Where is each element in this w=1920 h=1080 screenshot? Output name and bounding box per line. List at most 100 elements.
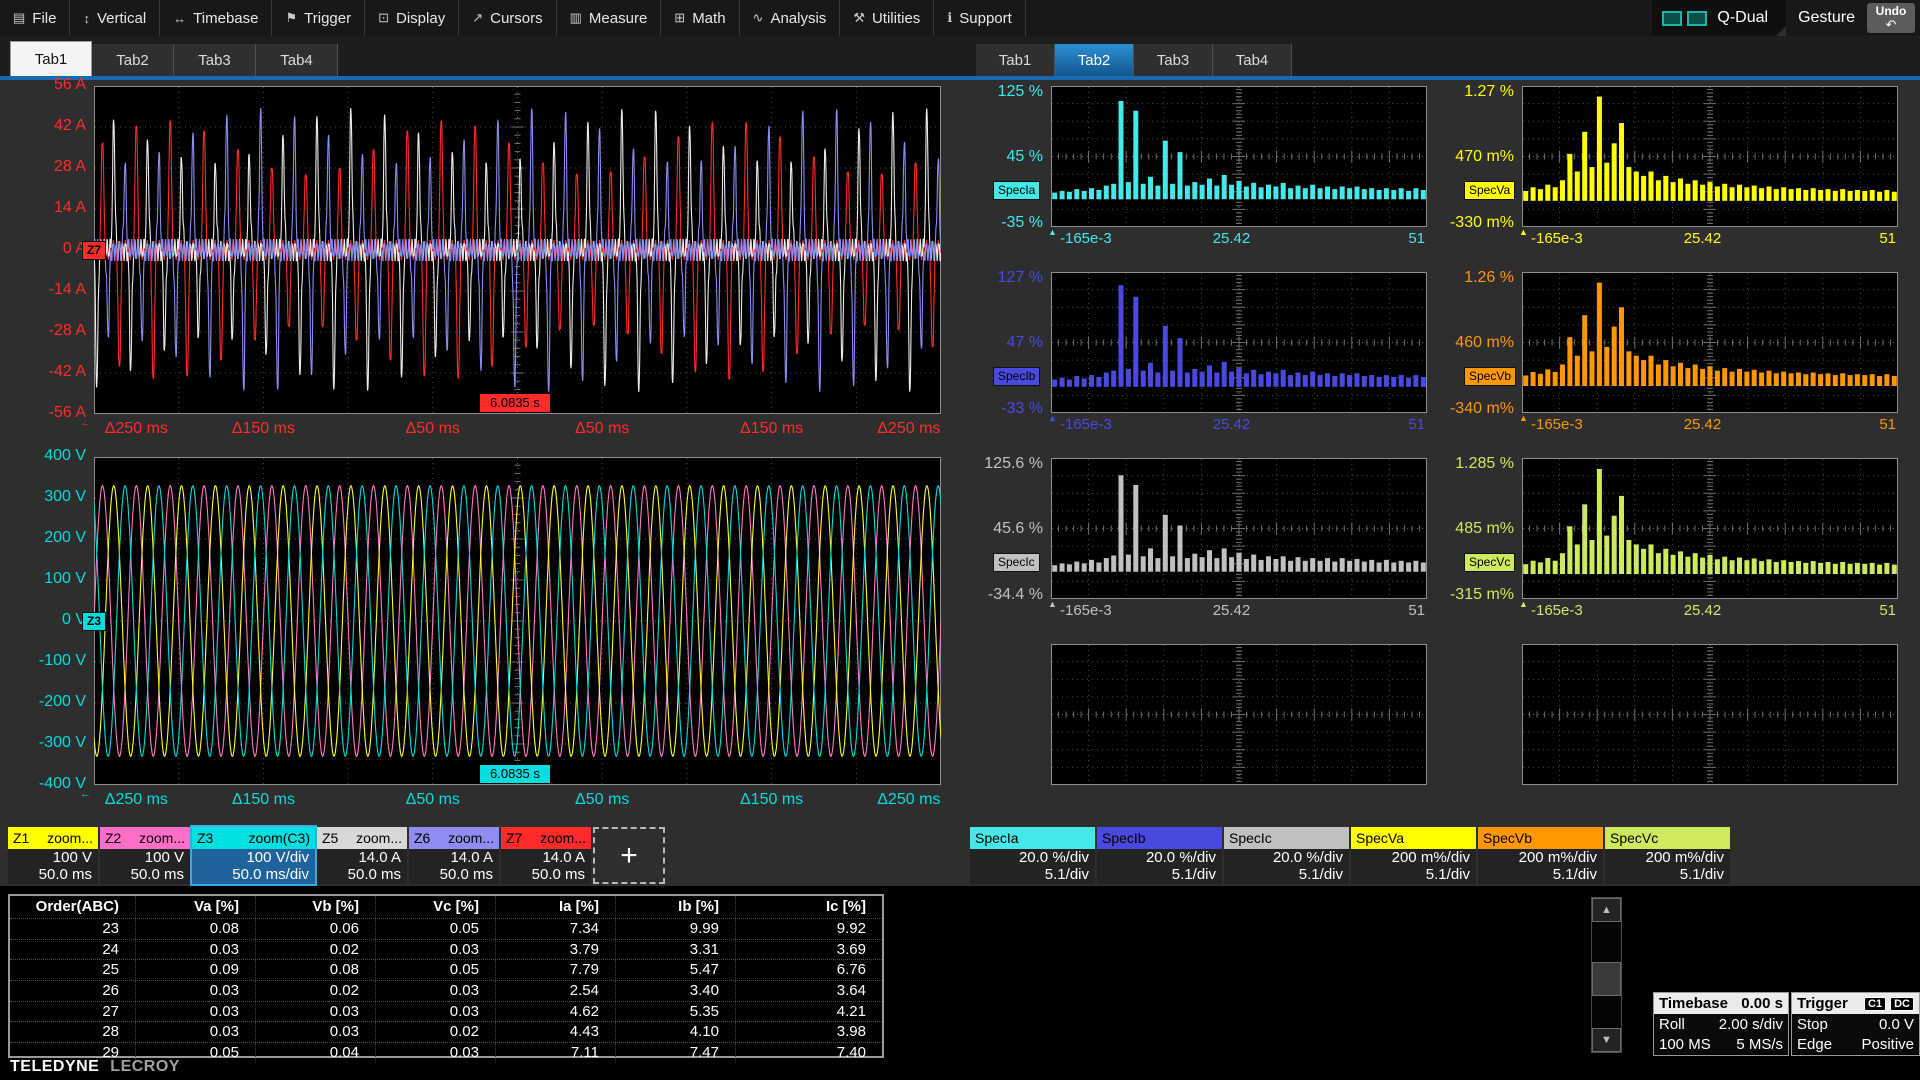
logo-lecroy: LECROY — [110, 1058, 180, 1075]
gesture-label: Gesture — [1786, 0, 1867, 36]
table-cell: 5.47 — [615, 960, 735, 980]
tab-left-tab1[interactable]: Tab1 — [10, 41, 92, 76]
table-cell: 7.79 — [495, 960, 615, 980]
trace-tag-specva[interactable]: SpecVa — [1464, 181, 1515, 200]
descriptor-z5[interactable]: Z5zoom...14.0 A50.0 ms — [317, 827, 407, 884]
y-tick-label: -315 m% — [1426, 586, 1514, 604]
x-tick-label: 51 — [1365, 417, 1425, 434]
plot-current-waveforms[interactable] — [94, 86, 941, 414]
plot-spec-vb[interactable] — [1522, 272, 1898, 413]
y-tick-label: -28 A — [2, 322, 86, 340]
timebase-summary-box[interactable]: Timebase 0.00 s Roll 2.00 s/div 100 MS 5… — [1653, 992, 1789, 1056]
tab-left-tab4[interactable]: Tab4 — [256, 44, 338, 76]
descriptor-z1[interactable]: Z1zoom...100 V50.0 ms — [8, 827, 98, 884]
cursor-time-readout[interactable]: 6.0835 s — [480, 765, 550, 783]
trace-tag-specic[interactable]: SpecIc — [993, 553, 1040, 572]
scroll-thumb[interactable] — [1592, 962, 1621, 996]
descriptor-specvb[interactable]: SpecVb200 m%/div5.1/div — [1478, 827, 1603, 884]
timebase-title: Timebase — [1659, 995, 1728, 1012]
plot-spec-va[interactable] — [1522, 86, 1898, 227]
descriptor-header: SpecVb — [1478, 827, 1603, 849]
trace-tag-specia[interactable]: SpecIa — [993, 181, 1040, 200]
tab-right-tab1[interactable]: Tab1 — [976, 44, 1055, 76]
undo-button[interactable]: Undo ↶ — [1867, 3, 1915, 33]
descriptor-z7[interactable]: Z7zoom...14.0 A50.0 ms — [501, 827, 591, 884]
table-cell: 7.11 — [495, 1043, 615, 1063]
table-row[interactable]: 280.030.030.024.434.103.98 — [10, 1021, 882, 1042]
table-row[interactable]: 240.030.020.033.793.313.69 — [10, 939, 882, 960]
plot-empty-left — [1051, 644, 1427, 785]
menu-item-cursors[interactable]: ↗Cursors — [459, 0, 556, 36]
zero-marker-z7[interactable]: Z7 — [82, 241, 106, 260]
plot-voltage-waveforms[interactable] — [94, 457, 941, 785]
trigger-mode: Stop — [1797, 1016, 1828, 1033]
menu-item-utilities[interactable]: ⚒Utilities — [840, 0, 934, 36]
timebase-value: 0.00 s — [1741, 995, 1783, 1012]
y-tick-label: -33 % — [955, 400, 1043, 418]
table-cell: 28 — [10, 1022, 135, 1042]
trace-tag-specib[interactable]: SpecIb — [993, 367, 1040, 386]
descriptor-header: Z5zoom... — [317, 827, 407, 849]
y-tick-label: 200 V — [2, 529, 86, 547]
menu-item-measure[interactable]: ▥Measure — [557, 0, 662, 36]
trace-tag-specvc[interactable]: SpecVc — [1464, 553, 1515, 572]
menu-item-math[interactable]: ⊞Math — [661, 0, 739, 36]
table-row[interactable]: 270.030.030.034.625.354.21 — [10, 1001, 882, 1022]
menu-item-support[interactable]: ℹSupport — [934, 0, 1026, 36]
file-icon: ▤ — [13, 10, 25, 26]
descriptor-specic[interactable]: SpecIc20.0 %/div5.1/div — [1224, 827, 1349, 884]
table-scrollbar[interactable]: ▲ ▼ — [1591, 897, 1622, 1053]
plot-spec-ia[interactable] — [1051, 86, 1427, 227]
menu-item-trigger[interactable]: ⚑Trigger — [272, 0, 365, 36]
x-tick-label: Δ150 ms — [712, 791, 832, 809]
trace-tag-specvb[interactable]: SpecVb — [1464, 367, 1516, 386]
qdual-menu[interactable]: Q-Dual — [1652, 0, 1786, 36]
table-cell: 26 — [10, 981, 135, 1001]
tab-right-tab4[interactable]: Tab4 — [1213, 44, 1292, 76]
tab-left-tab3[interactable]: Tab3 — [174, 44, 256, 76]
menu-item-timebase[interactable]: ↔Timebase — [160, 0, 272, 36]
table-cell: 27 — [10, 1002, 135, 1022]
cursor-time-readout[interactable]: 6.0835 s — [480, 394, 550, 412]
plot-spec-vc[interactable] — [1522, 458, 1898, 599]
tab-left-tab2[interactable]: Tab2 — [92, 44, 174, 76]
menu-item-file[interactable]: ▤File — [0, 0, 70, 36]
descriptor-specib[interactable]: SpecIb20.0 %/div5.1/div — [1097, 827, 1222, 884]
scroll-up-button[interactable]: ▲ — [1592, 898, 1621, 922]
table-header-row: Order(ABC)Va [%]Vb [%]Vc [%]Ia [%]Ib [%]… — [10, 896, 882, 918]
menu-item-display[interactable]: ⊡Display — [365, 0, 459, 36]
descriptor-header: Z7zoom... — [501, 827, 591, 849]
descriptor-z6[interactable]: Z6zoom...14.0 A50.0 ms — [409, 827, 499, 884]
timebase-samples: 100 MS — [1659, 1036, 1711, 1053]
y-tick-label: -34.4 % — [955, 586, 1043, 604]
descriptor-z2[interactable]: Z2zoom...100 V50.0 ms — [100, 827, 190, 884]
descriptor-specia[interactable]: SpecIa20.0 %/div5.1/div — [970, 827, 1095, 884]
zero-marker-z3[interactable]: Z3 — [82, 612, 106, 631]
trigger-summary-box[interactable]: Trigger C1 DC Stop 0.0 V Edge Positive — [1791, 992, 1920, 1056]
add-trace-button[interactable]: + — [593, 827, 665, 884]
table-cell: 23 — [10, 919, 135, 939]
y-tick-label: 45 % — [955, 148, 1043, 166]
undo-icon: ↶ — [1886, 18, 1897, 31]
table-cell: 0.08 — [255, 960, 375, 980]
menu-item-vertical[interactable]: ↕Vertical — [70, 0, 160, 36]
table-row[interactable]: 230.080.060.057.349.999.92 — [10, 918, 882, 939]
descriptor-specvc[interactable]: SpecVc200 m%/div5.1/div — [1605, 827, 1730, 884]
descriptor-z3[interactable]: Z3zoom(C3)100 V/div50.0 ms/div — [192, 827, 315, 884]
descriptor-header: SpecIc — [1224, 827, 1349, 849]
analysis-icon: ∿ — [753, 10, 764, 26]
plot-spec-ic[interactable] — [1051, 458, 1427, 599]
tab-right-tab3[interactable]: Tab3 — [1134, 44, 1213, 76]
descriptor-body: 200 m%/div5.1/div — [1351, 849, 1476, 884]
descriptor-specva[interactable]: SpecVa200 m%/div5.1/div — [1351, 827, 1476, 884]
menu-spacer — [1026, 0, 1653, 36]
tab-right-tab2[interactable]: Tab2 — [1055, 44, 1134, 76]
menu-label: Display — [396, 10, 445, 27]
table-row[interactable]: 250.090.080.057.795.476.76 — [10, 959, 882, 980]
menu-item-analysis[interactable]: ∿Analysis — [740, 0, 841, 36]
utilities-icon: ⚒ — [853, 10, 865, 26]
table-row[interactable]: 260.030.020.032.543.403.64 — [10, 980, 882, 1001]
table-cell: 0.06 — [255, 919, 375, 939]
scroll-down-button[interactable]: ▼ — [1592, 1028, 1621, 1052]
plot-spec-ib[interactable] — [1051, 272, 1427, 413]
